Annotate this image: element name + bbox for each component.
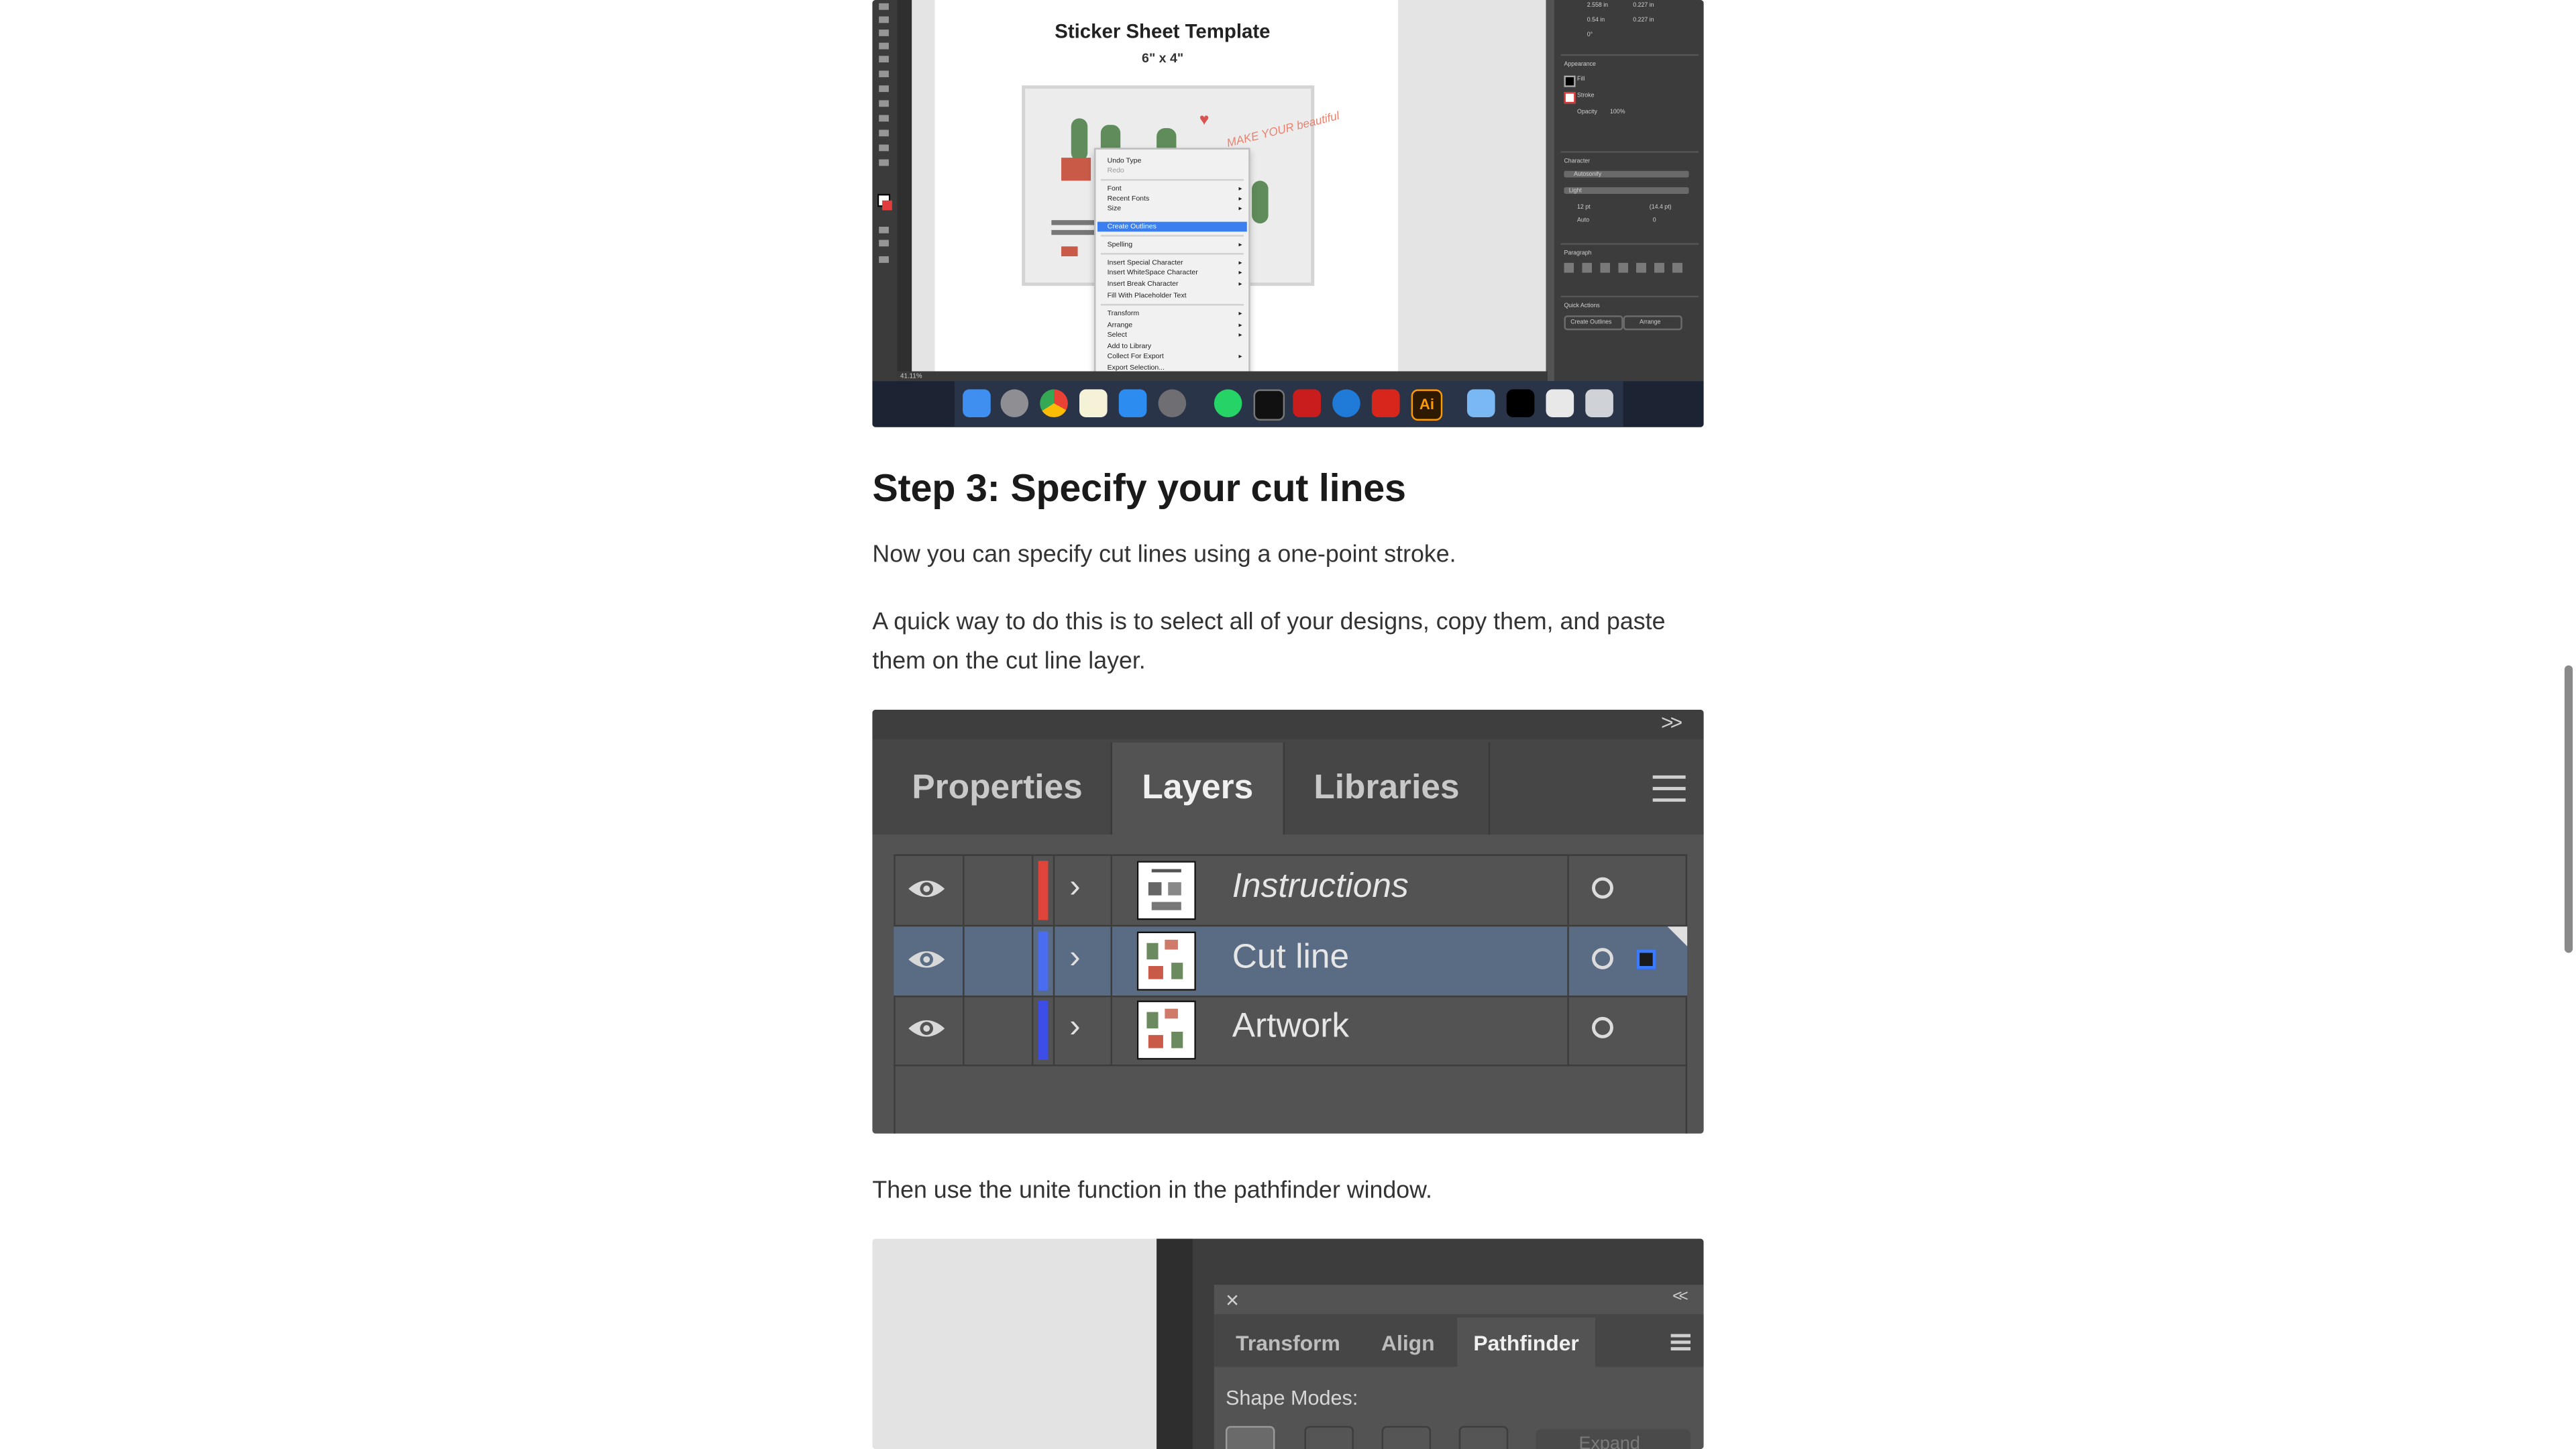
article-page: Sticker Sheet Template 6" x 4" ♥ MAKE YO… <box>0 0 2576 1449</box>
canvas-area: Sticker Sheet Template 6" x 4" ♥ MAKE YO… <box>912 0 1546 378</box>
system-preferences-icon[interactable] <box>1158 389 1187 418</box>
visibility-eye-icon[interactable] <box>907 1015 947 1049</box>
paragraph-select-copy-line2: them on the cut line layer. <box>872 649 1146 676</box>
menu-item-select[interactable]: Select <box>1108 330 1127 338</box>
target-circle-icon[interactable] <box>1592 877 1613 899</box>
create-outlines-button[interactable]: Create Outlines <box>1564 315 1623 331</box>
menu-item-undo-type[interactable]: Undo Type <box>1108 156 1142 164</box>
tab-pathfinder[interactable]: Pathfinder <box>1457 1318 1595 1367</box>
sticker-text: MAKE YOUR beautiful <box>1226 111 1341 150</box>
creative-cloud-icon[interactable] <box>1371 389 1400 418</box>
chrome-icon[interactable] <box>1040 389 1068 418</box>
target-circle-icon[interactable] <box>1592 1016 1613 1038</box>
launchpad-icon[interactable] <box>1000 389 1029 418</box>
menu-item-spelling[interactable]: Spelling <box>1108 240 1132 248</box>
illustrator-icon[interactable]: Ai <box>1411 389 1443 421</box>
menu-item-font[interactable]: Font <box>1108 184 1122 192</box>
visibility-eye-icon[interactable] <box>907 947 947 981</box>
menu-item-insert-special[interactable]: Insert Special Character <box>1108 258 1183 266</box>
paragraph-heading: Paragraph <box>1564 250 1592 257</box>
menu-item-redo[interactable]: Redo <box>1108 166 1124 174</box>
layer-name-instructions[interactable]: Instructions <box>1232 867 1409 907</box>
notes-icon[interactable] <box>1079 389 1108 418</box>
panel-menu-icon[interactable] <box>1670 1334 1691 1350</box>
minus-front-button[interactable] <box>1304 1426 1354 1449</box>
layer-name-cut-line[interactable]: Cut line <box>1232 938 1349 977</box>
close-icon[interactable]: × <box>1226 1287 1239 1313</box>
shape-modes-label: Shape Modes: <box>1225 1386 1358 1410</box>
layer-row-artwork[interactable]: › Artwork <box>894 996 1688 1067</box>
pathfinder-panel: × << Transform Align Pathfinder Shape Mo… <box>1214 1285 1704 1449</box>
menu-item-transform[interactable]: Transform <box>1108 309 1140 317</box>
menu-item-recent-fonts[interactable]: Recent Fonts <box>1108 194 1150 202</box>
menu-item-add-library[interactable]: Add to Library <box>1108 341 1152 350</box>
step-3-heading: Step 3: Specify your cut lines <box>872 466 1406 510</box>
app-store-icon[interactable] <box>1118 389 1147 418</box>
context-menu[interactable]: Undo Type Redo Font ▸ Recent Fonts ▸ Size ▸… <box>1094 148 1250 378</box>
edge-icon[interactable] <box>1332 389 1360 418</box>
tab-align[interactable]: Align <box>1358 1318 1457 1366</box>
template-title: Sticker Sheet Template <box>1055 19 1271 43</box>
current-layer-corner <box>1667 926 1688 947</box>
tools-panel <box>872 0 898 382</box>
menu-item-collect-export[interactable]: Collect For Export <box>1108 352 1164 360</box>
chevron-right-icon[interactable]: › <box>1069 1009 1080 1046</box>
template-size: 6" x 4" <box>1142 50 1184 66</box>
folder-icon[interactable] <box>1466 389 1495 418</box>
character-heading: Character <box>1564 158 1591 164</box>
appearance-heading: Appearance <box>1564 60 1596 68</box>
tab-layers[interactable]: Layers <box>1112 742 1283 835</box>
expand-button[interactable]: Expand <box>1536 1429 1691 1449</box>
screen-icon[interactable] <box>1506 389 1535 418</box>
pathfinder-screenshot: × << Transform Align Pathfinder Shape Mo… <box>872 1238 1704 1449</box>
collapse-panel-icon[interactable]: >> <box>1661 710 1682 735</box>
layer-name-artwork[interactable]: Artwork <box>1232 1007 1349 1046</box>
quick-actions-heading: Quick Actions <box>1564 302 1600 309</box>
menu-item-fill-placeholder[interactable]: Fill With Placeholder Text <box>1108 290 1187 299</box>
target-circle-icon[interactable] <box>1592 948 1613 969</box>
paragraph-select-copy-line1: A quick way to do this is to select all … <box>872 609 1666 636</box>
properties-panel: 2.558 in 0.227 in 0.54 in 0.227 in 0° Ap… <box>1554 0 1704 382</box>
exclude-button[interactable] <box>1458 1426 1509 1449</box>
trash-icon[interactable] <box>1585 389 1613 418</box>
menu-item-size[interactable]: Size <box>1108 204 1121 212</box>
layer-thumbnail <box>1136 861 1196 920</box>
tab-properties[interactable]: Properties <box>882 743 1112 835</box>
page-scrollbar[interactable] <box>2564 665 2573 953</box>
tab-transform[interactable]: Transform <box>1218 1318 1359 1366</box>
intersect-button[interactable] <box>1381 1426 1432 1449</box>
illustrator-screenshot: Sticker Sheet Template 6" x 4" ♥ MAKE YO… <box>872 0 1704 427</box>
acrobat-icon[interactable] <box>1293 389 1321 418</box>
whatsapp-icon[interactable] <box>1214 389 1242 418</box>
panel-menu-icon[interactable] <box>1652 775 1686 802</box>
finder-icon[interactable] <box>963 389 991 418</box>
layer-row-cut-line[interactable]: › Cut line <box>894 926 1688 998</box>
preview-icon[interactable] <box>1546 389 1574 418</box>
layer-thumbnail <box>1136 1000 1196 1060</box>
tab-libraries[interactable]: Libraries <box>1285 743 1489 835</box>
status-bar: 41.11% <box>897 371 1548 382</box>
chevron-right-icon[interactable]: › <box>1069 869 1080 907</box>
unite-button[interactable] <box>1225 1426 1275 1449</box>
menu-item-arrange[interactable]: Arrange <box>1108 321 1132 329</box>
heart-icon: ♥ <box>1199 111 1210 130</box>
paragraph-unite-function: Then use the unite function in the pathf… <box>872 1177 1432 1205</box>
menu-item-insert-break[interactable]: Insert Break Character <box>1108 279 1179 287</box>
layer-row-instructions[interactable]: › Instructions <box>894 855 1688 927</box>
selection-indicator-icon[interactable] <box>1636 949 1656 969</box>
macos-dock: Ai <box>872 381 1704 427</box>
menu-item-insert-whitespace[interactable]: Insert WhiteSpace Character <box>1108 268 1198 276</box>
zoom-level: 41.11% <box>900 371 922 380</box>
cactus-illustration <box>1071 118 1088 162</box>
collapse-icon[interactable]: << <box>1672 1288 1688 1306</box>
layer-thumbnail <box>1136 931 1196 991</box>
terminal-icon[interactable] <box>1253 389 1285 421</box>
menu-item-create-outlines[interactable]: Create Outlines <box>1108 222 1157 230</box>
arrange-button[interactable]: Arrange <box>1623 315 1682 331</box>
visibility-eye-icon[interactable] <box>907 875 947 910</box>
paragraph-one-point-stroke: Now you can specify cut lines using a on… <box>872 542 1456 569</box>
chevron-right-icon[interactable]: › <box>1069 940 1080 977</box>
menu-item-export-selection[interactable]: Export Selection... <box>1108 363 1165 371</box>
layers-panel-screenshot: >> Properties Layers Libraries › Instruc… <box>872 709 1704 1134</box>
